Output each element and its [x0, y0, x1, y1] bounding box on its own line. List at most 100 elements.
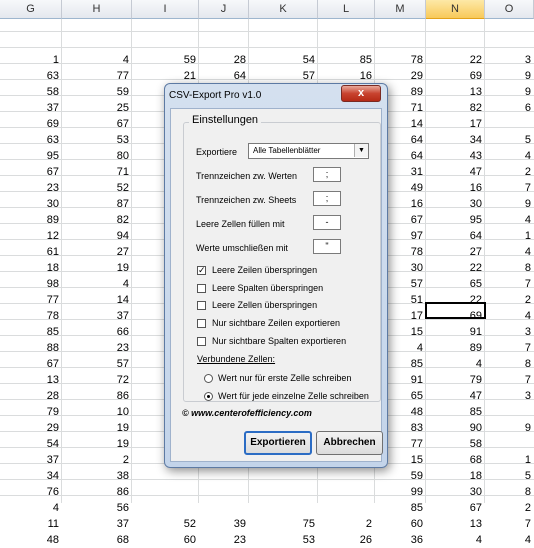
cell: 78 [46, 310, 59, 322]
close-button[interactable]: x [341, 85, 381, 102]
cell: 9 [524, 70, 531, 82]
checkbox-icon[interactable] [197, 336, 206, 346]
cell: 57 [116, 358, 129, 370]
sep-sheets-input[interactable]: ; [313, 191, 341, 206]
cell: 10 [116, 406, 129, 418]
cell: 4 [524, 246, 531, 258]
cell: 29 [410, 70, 423, 82]
cell: 30 [46, 198, 59, 210]
cell: 77 [46, 294, 59, 306]
cell: 85 [46, 326, 59, 338]
fill-empty-label: Leere Zellen füllen mit [196, 219, 285, 229]
radio-each-cell[interactable]: Wert für jede einzelne Zelle schreiben [204, 391, 369, 401]
cell: 4 [52, 502, 59, 514]
cell: 22 [469, 294, 482, 306]
cell: 75 [302, 518, 315, 530]
cell: 86 [116, 390, 129, 402]
radio-first-cell-only[interactable]: Wert nur für erste Zelle schreiben [204, 373, 351, 383]
checkbox-icon[interactable] [197, 300, 206, 310]
cell: 60 [183, 534, 196, 546]
cell: 7 [524, 374, 531, 386]
cell: 47 [469, 390, 482, 402]
cell: 52 [183, 518, 196, 530]
export-label: Exportiere [196, 147, 238, 157]
column-header-k[interactable]: K [249, 0, 318, 19]
cell: 3 [524, 54, 531, 66]
enclose-input[interactable]: " [313, 239, 341, 254]
column-header-n[interactable]: N [426, 0, 485, 19]
cell: 2 [122, 454, 129, 466]
checkbox-skip-empty-rows[interactable]: ✓ Leere Zeilen überspringen [197, 265, 317, 275]
checkbox-icon[interactable] [197, 283, 206, 293]
cell: 19 [116, 438, 129, 450]
cell: 90 [469, 422, 482, 434]
sep-values-input[interactable]: ; [313, 167, 341, 182]
checkbox-visible-rows-only[interactable]: Nur sichtbare Zeilen exportieren [197, 318, 340, 328]
cell: 65 [469, 278, 482, 290]
cell: 69 [469, 310, 482, 322]
radio-icon[interactable] [204, 373, 213, 383]
column-header-m[interactable]: M [375, 0, 426, 19]
cell: 23 [233, 534, 246, 546]
cell: 60 [410, 518, 423, 530]
cell: 18 [469, 470, 482, 482]
cell: 82 [469, 102, 482, 114]
cell: 13 [469, 518, 482, 530]
cell: 89 [469, 342, 482, 354]
cancel-button[interactable]: Abbrechen [316, 431, 383, 455]
radio-label: Wert nur für erste Zelle schreiben [218, 373, 352, 383]
cell: 4 [475, 358, 482, 370]
cell: 1 [524, 230, 531, 242]
checkbox-visible-columns-only[interactable]: Nur sichtbare Spalten exportieren [197, 336, 346, 346]
cell: 38 [116, 470, 129, 482]
export-select-value: Alle Tabellenblätter [253, 146, 321, 155]
cell: 16 [359, 70, 372, 82]
cell: 37 [46, 102, 59, 114]
cell: 34 [46, 470, 59, 482]
column-header-j[interactable]: J [199, 0, 249, 19]
column-header-l[interactable]: L [318, 0, 375, 19]
cell: 95 [46, 150, 59, 162]
cell: 22 [469, 54, 482, 66]
column-header-o[interactable]: O [485, 0, 534, 19]
checkbox-icon[interactable]: ✓ [197, 265, 206, 275]
cell: 53 [116, 134, 129, 146]
radio-icon[interactable] [204, 391, 213, 401]
cell: 66 [116, 326, 129, 338]
cell: 1 [524, 454, 531, 466]
cell: 4 [122, 54, 129, 66]
cell: 57 [302, 70, 315, 82]
cell: 7 [524, 182, 531, 194]
chevron-down-icon[interactable]: ▼ [354, 144, 368, 157]
cell: 85 [410, 502, 423, 514]
column-header-h[interactable]: H [62, 0, 132, 19]
cell: 85 [359, 54, 372, 66]
checkbox-icon[interactable] [197, 318, 206, 328]
export-button[interactable]: Exportieren [244, 431, 312, 455]
cell: 18 [46, 262, 59, 274]
export-select[interactable]: Alle Tabellenblätter ▼ [248, 143, 369, 159]
checkbox-skip-empty-columns[interactable]: Leere Spalten überspringen [197, 283, 323, 293]
cell: 67 [46, 166, 59, 178]
column-header-i[interactable]: I [132, 0, 199, 19]
column-header-g[interactable]: G [0, 0, 62, 19]
dialog-title: CSV-Export Pro v1.0 [169, 90, 262, 101]
cell: 5 [524, 134, 531, 146]
cell: 23 [116, 342, 129, 354]
cell: 21 [183, 70, 196, 82]
cell: 13 [469, 86, 482, 98]
checkbox-skip-empty-cells[interactable]: Leere Zellen überspringen [197, 300, 317, 310]
cell: 59 [410, 470, 423, 482]
cell: 17 [469, 118, 482, 130]
cell: 80 [116, 150, 129, 162]
cell: 22 [469, 262, 482, 274]
cell: 68 [469, 454, 482, 466]
cell: 63 [46, 70, 59, 82]
cell: 37 [116, 518, 129, 530]
fill-empty-input[interactable]: - [313, 215, 341, 230]
dialog-titlebar[interactable]: CSV-Export Pro v1.0 x [165, 84, 387, 108]
cell: 7 [524, 518, 531, 530]
cell: 34 [469, 134, 482, 146]
cell: 88 [46, 342, 59, 354]
cell: 4 [475, 534, 482, 546]
